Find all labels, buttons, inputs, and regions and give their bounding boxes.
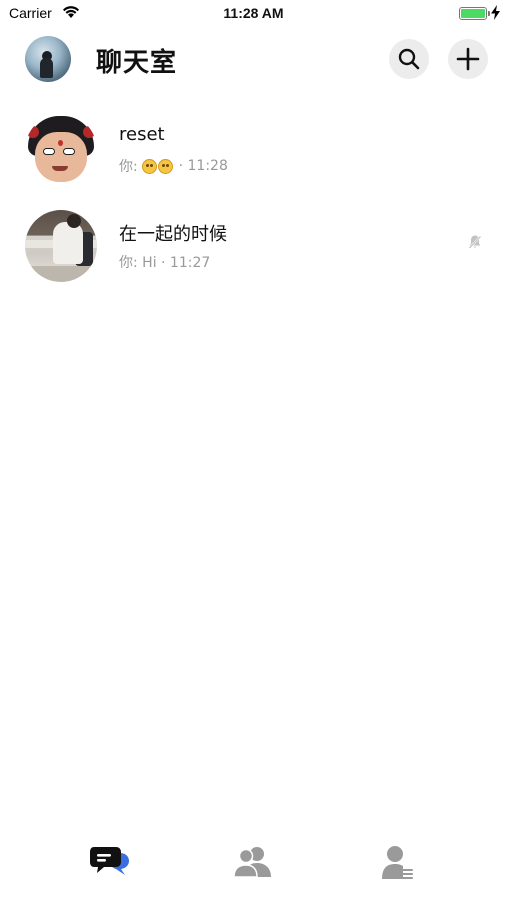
tab-chats[interactable] bbox=[90, 842, 130, 882]
chat-name: reset bbox=[119, 124, 165, 145]
tab-bar bbox=[0, 828, 507, 900]
preview-suffix: · 11:28 bbox=[174, 158, 228, 174]
my-avatar[interactable] bbox=[25, 36, 71, 82]
chat-avatar bbox=[25, 114, 97, 186]
chat-preview: 你: · 11:28 bbox=[119, 156, 228, 176]
grin-emoji-icon bbox=[142, 158, 158, 174]
preview-prefix: 你: bbox=[119, 159, 143, 175]
battery-cap bbox=[488, 11, 490, 16]
preview-text: 你: Hi · 11:27 bbox=[119, 255, 211, 271]
plus-icon bbox=[456, 47, 480, 71]
chat-row[interactable]: reset 你: · 11:28 bbox=[0, 108, 507, 204]
chat-preview: 你: Hi · 11:27 bbox=[119, 252, 210, 272]
search-button[interactable] bbox=[389, 39, 429, 79]
grin-emoji-icon bbox=[158, 158, 174, 174]
status-time: 11:28 AM bbox=[223, 5, 284, 21]
status-bar: Carrier 11:28 AM bbox=[0, 0, 507, 28]
profile-icon bbox=[382, 846, 413, 879]
battery-icon bbox=[459, 7, 487, 20]
search-icon bbox=[398, 48, 420, 70]
page-title: 聊天室 bbox=[96, 48, 178, 78]
chat-avatar bbox=[25, 210, 97, 282]
chat-list-screen: Carrier 11:28 AM 聊天室 reset 你: · 11:28 在一… bbox=[0, 0, 507, 900]
add-button[interactable] bbox=[448, 39, 488, 79]
chat-bubbles-icon bbox=[90, 847, 129, 875]
mute-bell-icon bbox=[468, 235, 482, 250]
chat-row[interactable]: 在一起的时候 你: Hi · 11:27 bbox=[0, 204, 507, 300]
tab-profile[interactable] bbox=[377, 842, 417, 882]
chat-name: 在一起的时候 bbox=[119, 224, 227, 245]
charging-bolt-icon bbox=[491, 5, 500, 20]
contacts-icon bbox=[233, 847, 271, 878]
tab-contacts[interactable] bbox=[233, 842, 273, 882]
chat-list: reset 你: · 11:28 在一起的时候 你: Hi · 11:27 bbox=[0, 108, 507, 300]
header: 聊天室 bbox=[0, 34, 507, 86]
